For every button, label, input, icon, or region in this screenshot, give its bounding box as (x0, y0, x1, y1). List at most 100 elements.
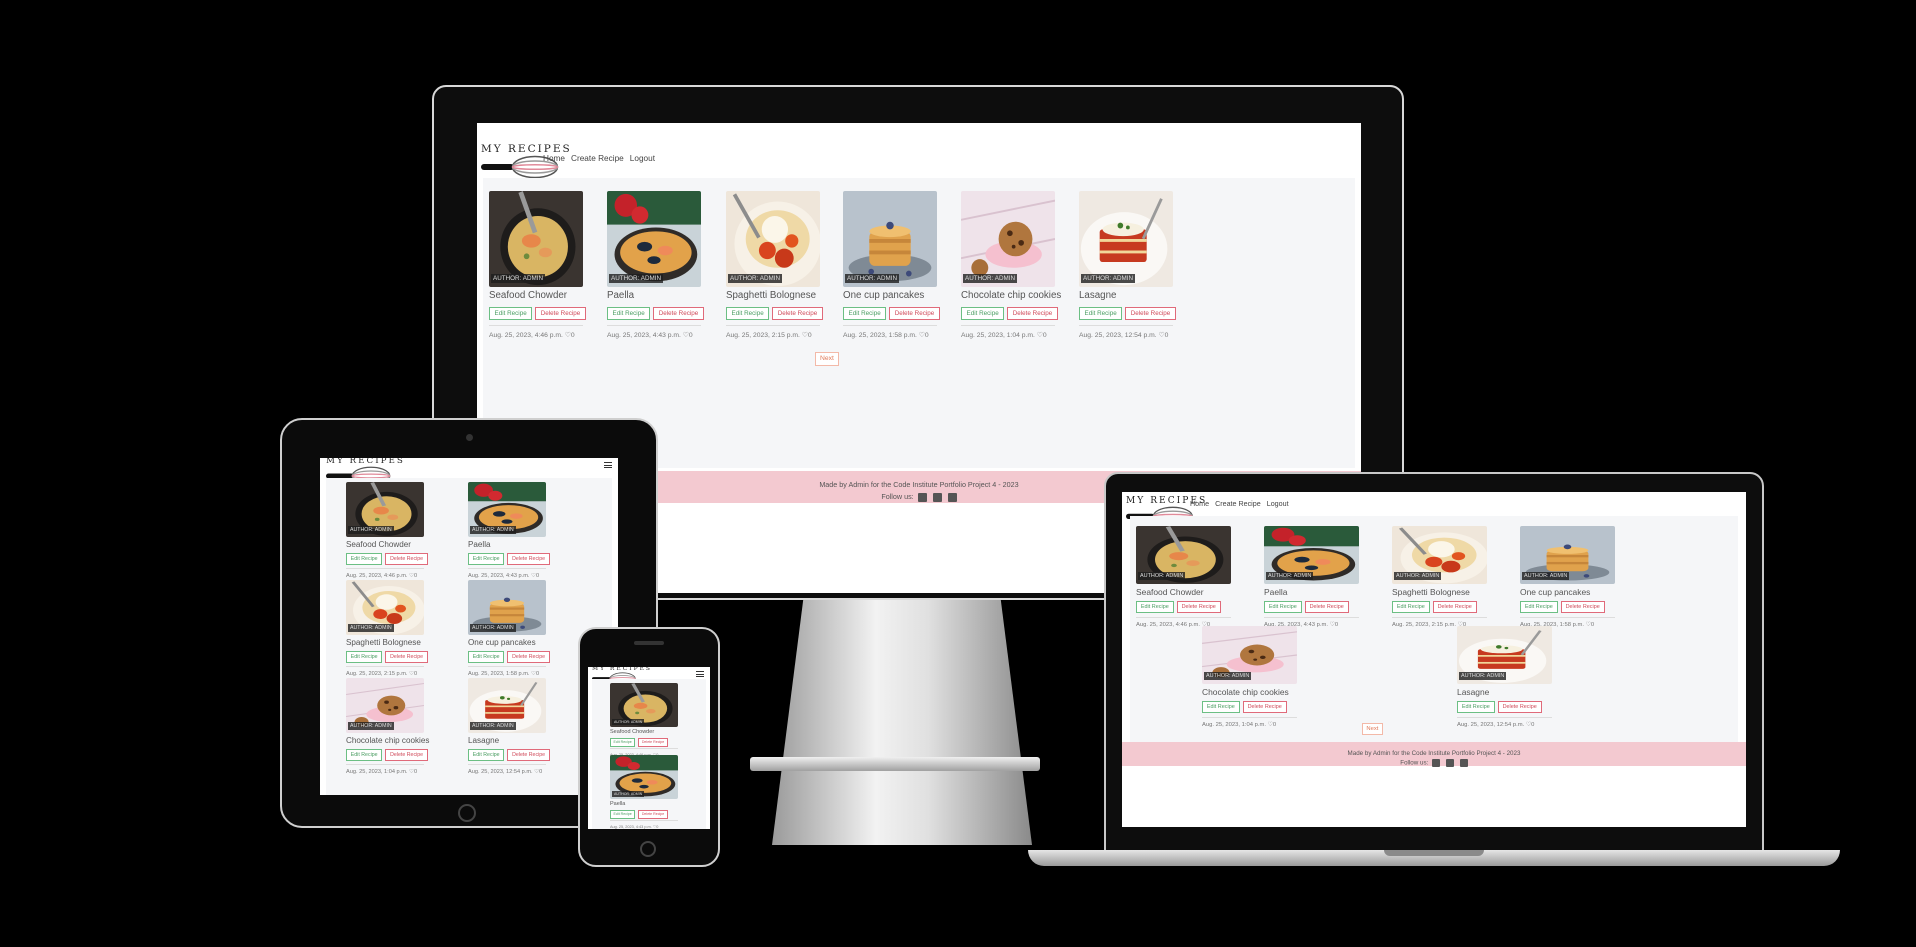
edit-recipe-button[interactable]: Edit Recipe (468, 651, 505, 663)
delete-recipe-button[interactable]: Delete Recipe (535, 306, 586, 320)
edit-recipe-button[interactable]: Edit Recipe (468, 553, 505, 565)
recipe-title[interactable]: Seafood Chowder (489, 290, 567, 301)
delete-recipe-button[interactable]: Delete Recipe (1007, 306, 1058, 320)
recipe-title[interactable]: Chocolate chip cookies (961, 290, 1061, 301)
delete-recipe-button[interactable]: Delete Recipe (507, 651, 550, 663)
recipe-card[interactable]: AUTHOR: ADMIN Paella Edit Recipe Delete Rec… (610, 755, 678, 829)
instagram-icon[interactable] (932, 492, 942, 502)
twitter-icon[interactable] (1459, 759, 1468, 768)
nav-link-create-recipe[interactable]: Create Recipe (1215, 500, 1261, 508)
recipe-card[interactable]: AUTHOR: ADMIN Chocolate chip cookies Edit … (961, 191, 1061, 351)
delete-recipe-button[interactable]: Delete Recipe (1432, 600, 1477, 613)
edit-recipe-button[interactable]: Edit Recipe (1457, 700, 1495, 713)
recipe-title[interactable]: One cup pancakes (843, 290, 924, 301)
recipe-card[interactable]: AUTHOR: ADMIN Paella Edit Recipe Delete Rec… (1264, 526, 1359, 628)
recipe-title[interactable]: Chocolate chip cookies (346, 736, 429, 745)
hamburger-menu-icon[interactable] (604, 462, 612, 468)
recipe-title[interactable]: Seafood Chowder (346, 540, 411, 549)
edit-recipe-button[interactable]: Edit Recipe (346, 749, 383, 761)
edit-recipe-button[interactable]: Edit Recipe (1264, 600, 1302, 613)
author-badge: AUTHOR: ADMIN (612, 791, 645, 798)
edit-recipe-button[interactable]: Edit Recipe (610, 810, 636, 819)
instagram-icon[interactable] (1446, 759, 1454, 768)
delete-recipe-button[interactable]: Delete Recipe (772, 306, 823, 320)
recipe-card[interactable]: AUTHOR: ADMIN Seafood Chowder Edit Recipe D… (1136, 526, 1231, 628)
site-brand[interactable]: MY RECIPES (326, 458, 405, 466)
hamburger-menu-icon[interactable] (696, 671, 704, 677)
delete-recipe-button[interactable]: Delete Recipe (507, 553, 550, 565)
recipe-title[interactable]: Spaghetti Bolognese (346, 638, 421, 647)
recipe-title[interactable]: One cup pancakes (468, 638, 536, 647)
edit-recipe-button[interactable]: Edit Recipe (1079, 306, 1123, 320)
recipe-card[interactable]: AUTHOR: ADMIN Spaghetti Bolognese Edit Rec… (346, 580, 428, 677)
delete-recipe-button[interactable]: Delete Recipe (1176, 600, 1221, 613)
delete-recipe-button[interactable]: Delete Recipe (653, 306, 704, 320)
delete-recipe-button[interactable]: Delete Recipe (638, 810, 668, 819)
recipe-title[interactable]: Spaghetti Bolognese (1392, 587, 1470, 597)
delete-recipe-button[interactable]: Delete Recipe (1304, 600, 1349, 613)
facebook-icon[interactable] (917, 492, 927, 502)
nav-link-logout[interactable]: Logout (1267, 500, 1289, 508)
recipe-card[interactable]: AUTHOR: ADMIN Chocolate chip cookies Edit … (346, 678, 429, 775)
delete-recipe-button[interactable]: Delete Recipe (889, 306, 940, 320)
recipe-card[interactable]: AUTHOR: ADMIN One cup pancakes Edit Recipe… (1520, 526, 1615, 628)
recipe-title[interactable]: Spaghetti Bolognese (726, 290, 816, 301)
recipe-card[interactable]: AUTHOR: ADMIN Paella Edit Recipe Delete Rec… (607, 191, 704, 351)
edit-recipe-button[interactable]: Edit Recipe (843, 306, 887, 320)
nav-link-create-recipe[interactable]: Create Recipe (571, 154, 624, 163)
edit-recipe-button[interactable]: Edit Recipe (346, 651, 383, 663)
delete-recipe-button[interactable]: Delete Recipe (1497, 700, 1542, 713)
twitter-icon[interactable] (947, 492, 957, 502)
recipe-title[interactable]: Paella (610, 801, 625, 807)
recipe-title[interactable]: Seafood Chowder (610, 729, 654, 735)
recipe-title[interactable]: One cup pancakes (1520, 587, 1590, 597)
delete-recipe-button[interactable]: Delete Recipe (385, 749, 428, 761)
recipe-card[interactable]: AUTHOR: ADMIN Spaghetti Bolognese Edit Rec… (726, 191, 823, 351)
delete-recipe-button[interactable]: Delete Recipe (1242, 700, 1287, 713)
tablet-home-button[interactable] (458, 804, 476, 822)
recipe-title[interactable]: Paella (1264, 587, 1287, 597)
recipe-card[interactable]: AUTHOR: ADMIN Spaghetti Bolognese Edit Rec… (1392, 526, 1487, 628)
recipe-title[interactable]: Lasagne (1457, 687, 1489, 697)
recipe-card[interactable]: AUTHOR: ADMIN Chocolate chip cookies Edit … (1202, 626, 1297, 728)
edit-recipe-button[interactable]: Edit Recipe (346, 553, 383, 565)
recipe-card[interactable]: AUTHOR: ADMIN Paella Edit Recipe Delete Rec… (468, 482, 550, 579)
recipe-title[interactable]: Paella (607, 290, 634, 301)
recipe-card[interactable]: AUTHOR: ADMIN One cup pancakes Edit Recipe… (468, 580, 550, 677)
recipe-title[interactable]: Paella (468, 540, 491, 549)
next-page-button[interactable]: Next (815, 352, 839, 366)
edit-recipe-button[interactable]: Edit Recipe (610, 738, 636, 747)
recipe-card[interactable]: AUTHOR: ADMIN One cup pancakes Edit Recipe… (843, 191, 940, 351)
nav-link-home[interactable]: Home (543, 154, 565, 163)
facebook-icon[interactable] (1432, 759, 1441, 768)
recipe-card[interactable]: AUTHOR: ADMIN Lasagne Edit Recipe Delete Re… (1457, 626, 1552, 728)
edit-recipe-button[interactable]: Edit Recipe (607, 306, 651, 320)
delete-recipe-button[interactable]: Delete Recipe (1560, 600, 1605, 613)
recipe-card[interactable]: AUTHOR: ADMIN Seafood Chowder Edit Recipe D… (489, 191, 586, 351)
edit-recipe-button[interactable]: Edit Recipe (961, 306, 1005, 320)
recipe-card[interactable]: AUTHOR: ADMIN Lasagne Edit Recipe Delete Re… (468, 678, 550, 775)
edit-recipe-button[interactable]: Edit Recipe (489, 306, 533, 320)
delete-recipe-button[interactable]: Delete Recipe (1125, 306, 1176, 320)
delete-recipe-button[interactable]: Delete Recipe (385, 553, 428, 565)
recipe-card[interactable]: AUTHOR: ADMIN Seafood Chowder Edit Recipe D… (346, 482, 428, 579)
next-page-button[interactable]: Next (1362, 723, 1383, 735)
delete-recipe-button[interactable]: Delete Recipe (385, 651, 428, 663)
nav-link-home[interactable]: Home (1190, 500, 1209, 508)
edit-recipe-button[interactable]: Edit Recipe (1520, 600, 1558, 613)
edit-recipe-button[interactable]: Edit Recipe (1136, 600, 1174, 613)
recipe-title[interactable]: Lasagne (1079, 290, 1116, 301)
delete-recipe-button[interactable]: Delete Recipe (507, 749, 550, 761)
edit-recipe-button[interactable]: Edit Recipe (1202, 700, 1240, 713)
edit-recipe-button[interactable]: Edit Recipe (1392, 600, 1430, 613)
delete-recipe-button[interactable]: Delete Recipe (638, 738, 668, 747)
recipe-title[interactable]: Seafood Chowder (1136, 587, 1204, 597)
edit-recipe-button[interactable]: Edit Recipe (468, 749, 505, 761)
recipe-title[interactable]: Chocolate chip cookies (1202, 687, 1289, 697)
recipe-title[interactable]: Lasagne (468, 736, 499, 745)
edit-recipe-button[interactable]: Edit Recipe (726, 306, 770, 320)
phone-home-button[interactable] (640, 841, 656, 857)
nav-link-logout[interactable]: Logout (630, 154, 655, 163)
recipe-card[interactable]: AUTHOR: ADMIN Lasagne Edit Recipe Delete Re… (1079, 191, 1176, 351)
recipe-card[interactable]: AUTHOR: ADMIN Seafood Chowder Edit Recipe D… (610, 683, 678, 757)
